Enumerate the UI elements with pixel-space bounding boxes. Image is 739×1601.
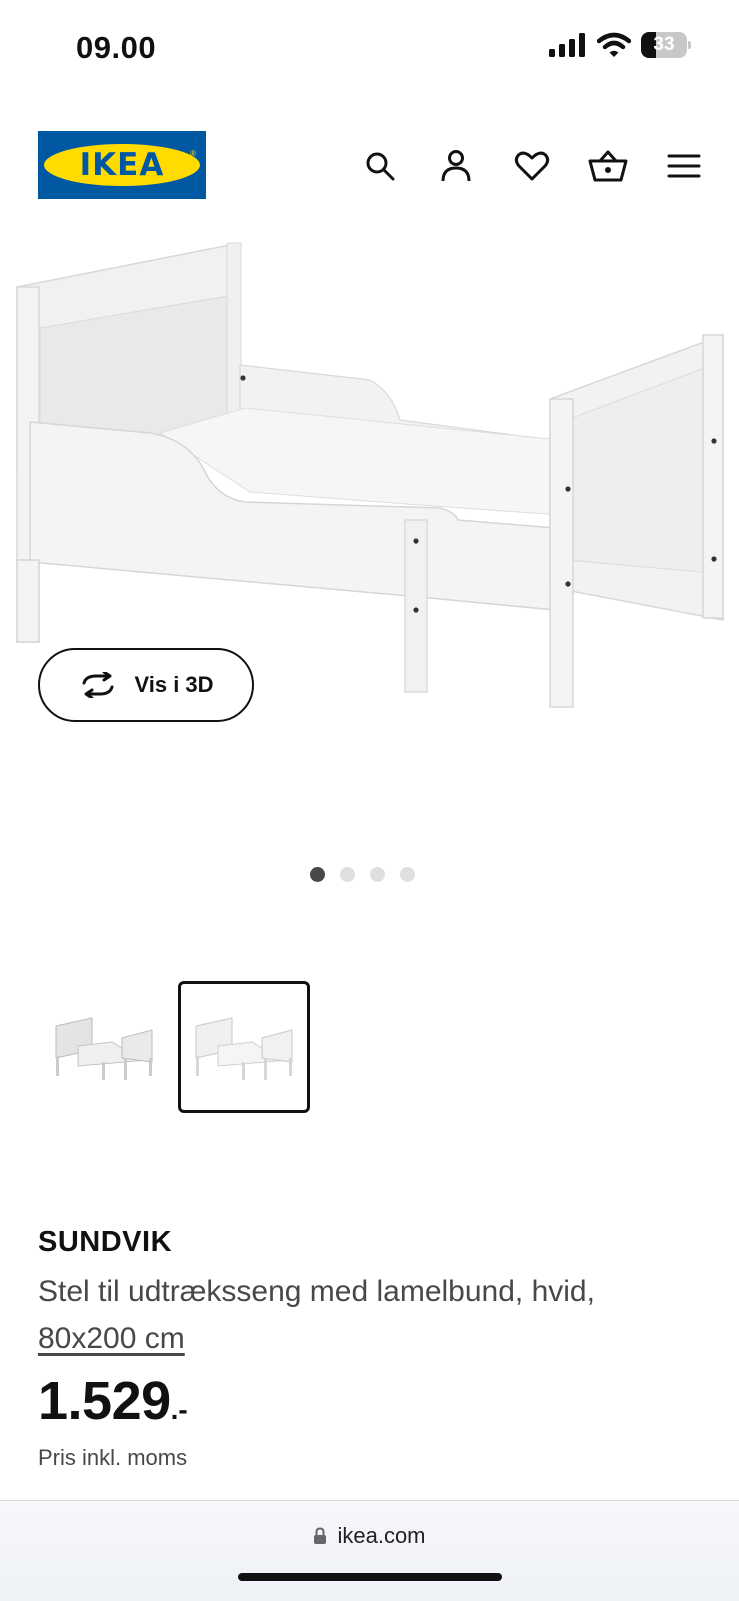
wifi-icon <box>597 32 631 57</box>
browser-url-bar[interactable]: ikea.com <box>0 1500 739 1601</box>
thumbnail-bed-image <box>55 1017 153 1080</box>
url-text: ikea.com <box>337 1523 426 1548</box>
favourites-button[interactable] <box>509 143 555 189</box>
pagination-dot-2[interactable] <box>340 867 355 882</box>
menu-button[interactable] <box>661 143 707 189</box>
search-button[interactable] <box>357 143 403 189</box>
battery-icon: 33 <box>641 32 691 58</box>
home-indicator[interactable] <box>238 1573 502 1581</box>
header-nav <box>357 143 707 189</box>
pagination-dot-3[interactable] <box>370 867 385 882</box>
ikea-logo[interactable]: IKEA ® <box>38 131 206 199</box>
status-bar: 09.00 33 <box>0 0 739 100</box>
battery-level: 33 <box>653 34 675 55</box>
logo-text: IKEA <box>79 147 165 183</box>
pagination-dot-1[interactable] <box>310 867 325 882</box>
price-suffix: .- <box>170 1394 188 1425</box>
cellular-signal-icon <box>549 33 585 57</box>
thumbnail-2[interactable] <box>178 981 310 1113</box>
lock-icon <box>314 1527 327 1544</box>
product-size-link[interactable]: 80x200 cm <box>38 1322 185 1355</box>
image-pagination <box>0 867 732 882</box>
view-3d-button[interactable]: Vis i 3D <box>38 648 254 722</box>
heart-icon <box>514 151 550 181</box>
price-integer: 1.529 <box>38 1371 171 1431</box>
product-description: Stel til udtræksseng med lamelbund, hvid… <box>38 1268 698 1362</box>
rotate-3d-icon <box>82 672 114 698</box>
product-name: SUNDVIK <box>38 1226 173 1258</box>
vat-note: Pris inkl. moms <box>38 1445 188 1470</box>
pagination-dot-4[interactable] <box>400 867 415 882</box>
view-3d-label: Vis i 3D <box>134 672 214 697</box>
account-button[interactable] <box>433 143 479 189</box>
account-icon <box>441 150 471 182</box>
cart-icon <box>588 150 628 182</box>
product-price: 1.529 .- <box>38 1370 188 1432</box>
thumbnail-bed-image <box>195 1017 293 1080</box>
search-icon <box>366 152 395 181</box>
cart-button[interactable] <box>585 143 631 189</box>
product-description-text: Stel til udtræksseng med lamelbund, hvid… <box>38 1275 595 1308</box>
menu-icon <box>667 154 701 178</box>
status-icons: 33 <box>549 32 691 58</box>
status-time: 09.00 <box>76 30 157 65</box>
thumbnail-1[interactable] <box>38 981 170 1113</box>
